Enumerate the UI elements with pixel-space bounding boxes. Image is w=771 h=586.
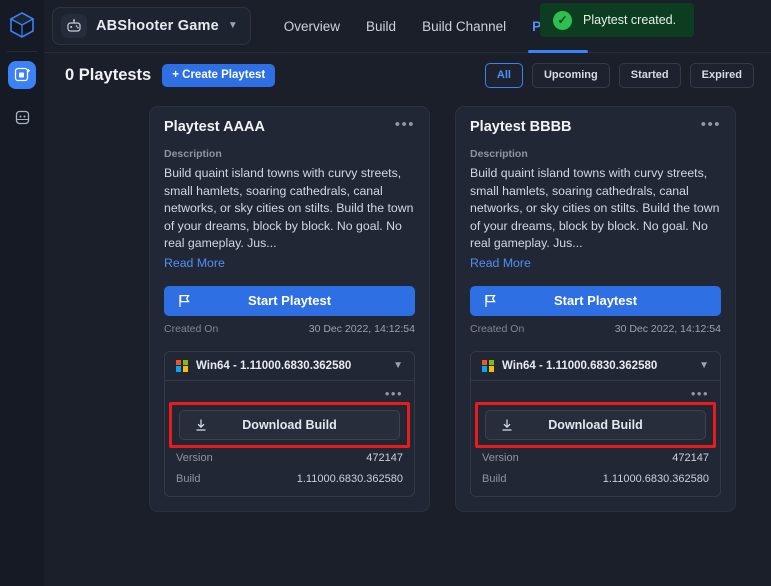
page-toolbar: 0 Playtests + Create Playtest All Upcomi… [44, 53, 771, 98]
sidebar-item-build-archive[interactable] [8, 103, 36, 131]
chevron-down-icon: ▼ [227, 20, 238, 31]
tab-build[interactable]: Build [366, 0, 396, 53]
gamepad-icon [61, 14, 87, 38]
download-build-wrapper: Download Build [169, 401, 410, 448]
read-more-link[interactable]: Read More [164, 256, 225, 270]
app-root: ABShooter Game ▼ Overview Build Build Ch… [0, 0, 771, 586]
tab-build-channel[interactable]: Build Channel [422, 0, 506, 53]
build-label: Build [176, 472, 201, 485]
filter-started[interactable]: Started [618, 63, 681, 88]
filter-upcoming[interactable]: Upcoming [531, 63, 610, 88]
build-name: Win64 - 1.11000.6830.362580 [502, 359, 658, 372]
build-selector[interactable]: Win64 - 1.11000.6830.362580 ▼ [165, 352, 414, 381]
version-value: 472147 [672, 451, 709, 464]
toast-notification: ✓ Playtest created. [540, 3, 695, 37]
flag-icon [178, 294, 191, 308]
windows-icon [482, 359, 494, 372]
sidebar-item-playtest[interactable] [8, 61, 36, 89]
flag-icon [484, 294, 497, 308]
version-value: 472147 [366, 451, 403, 464]
version-label: Version [176, 451, 213, 464]
game-selector[interactable]: ABShooter Game ▼ [52, 7, 251, 45]
playtest-card: Playtest BBBB ••• Description Build quai… [455, 106, 736, 512]
left-rail [0, 0, 44, 586]
download-icon [500, 418, 514, 432]
build-body: ••• Download Build Version 472147 Build … [165, 381, 414, 496]
build-label: Build [482, 472, 507, 485]
filter-group: All Upcoming Started Expired [484, 63, 754, 88]
download-icon [194, 418, 208, 432]
build-value: 1.11000.6830.362580 [296, 472, 403, 485]
download-build-wrapper: Download Build [475, 401, 716, 448]
nav-tabs: Overview Build Build Channel Playtest [284, 0, 588, 53]
check-circle-icon: ✓ [553, 10, 572, 30]
created-on-value: 30 Dec 2022, 14:12:54 [614, 322, 721, 335]
chevron-down-icon: ▼ [393, 359, 403, 371]
more-options-icon[interactable]: ••• [482, 386, 709, 400]
create-playtest-button[interactable]: + Create Playtest [162, 63, 276, 88]
filter-all[interactable]: All [484, 63, 523, 88]
start-playtest-button[interactable]: Start Playtest [164, 285, 415, 316]
card-title: Playtest BBBB [470, 119, 572, 135]
created-on-label: Created On [470, 322, 525, 335]
game-name: ABShooter Game [96, 18, 219, 34]
description-text: Build quaint island towns with curvy str… [164, 166, 414, 250]
build-body: ••• Download Build Version 472147 Build … [471, 381, 720, 496]
description-label: Description [470, 148, 528, 160]
top-bar: ABShooter Game ▼ Overview Build Build Ch… [44, 0, 771, 53]
main-area: ABShooter Game ▼ Overview Build Build Ch… [44, 0, 771, 586]
start-playtest-label: Start Playtest [553, 293, 638, 308]
build-name: Win64 - 1.11000.6830.362580 [196, 359, 352, 372]
more-options-icon[interactable]: ••• [395, 117, 415, 132]
read-more-link[interactable]: Read More [470, 256, 531, 270]
download-build-label: Download Build [242, 417, 337, 432]
download-build-label: Download Build [548, 417, 643, 432]
windows-icon [176, 359, 188, 372]
created-on-row: Created On 30 Dec 2022, 14:12:54 [470, 323, 721, 335]
playtest-card-list: Playtest AAAA ••• Description Build quai… [44, 98, 771, 512]
version-row: Version 472147 [482, 452, 709, 464]
build-archive-icon [15, 110, 29, 124]
filter-expired[interactable]: Expired [689, 63, 754, 88]
start-playtest-button[interactable]: Start Playtest [470, 285, 721, 316]
tab-overview[interactable]: Overview [284, 0, 340, 53]
cube-logo-icon[interactable] [7, 10, 37, 40]
created-on-label: Created On [164, 322, 219, 335]
description-text: Build quaint island towns with curvy str… [470, 166, 720, 250]
card-title: Playtest AAAA [164, 119, 265, 135]
build-value: 1.11000.6830.362580 [602, 472, 709, 485]
playtest-icon [14, 67, 30, 81]
card-header: Playtest AAAA ••• [164, 117, 415, 135]
more-options-icon[interactable]: ••• [701, 117, 721, 132]
toast-message: Playtest created. [583, 13, 677, 27]
start-playtest-label: Start Playtest [247, 293, 332, 308]
playtest-card: Playtest AAAA ••• Description Build quai… [149, 106, 430, 512]
build-row: Build 1.11000.6830.362580 [176, 473, 403, 485]
created-on-value: 30 Dec 2022, 14:12:54 [308, 322, 415, 335]
created-on-row: Created On 30 Dec 2022, 14:12:54 [164, 323, 415, 335]
build-panel: Win64 - 1.11000.6830.362580 ▼ ••• Downlo… [470, 350, 721, 497]
build-row: Build 1.11000.6830.362580 [482, 473, 709, 485]
build-panel: Win64 - 1.11000.6830.362580 ▼ ••• Downlo… [164, 350, 415, 497]
more-options-icon[interactable]: ••• [176, 386, 403, 400]
rail-divider [7, 51, 37, 52]
download-build-button[interactable]: Download Build [485, 409, 706, 440]
build-selector[interactable]: Win64 - 1.11000.6830.362580 ▼ [471, 352, 720, 381]
version-row: Version 472147 [176, 452, 403, 464]
download-build-button[interactable]: Download Build [179, 409, 400, 440]
page-title: 0 Playtests [65, 66, 152, 84]
chevron-down-icon: ▼ [699, 359, 709, 371]
description-label: Description [164, 148, 222, 160]
card-header: Playtest BBBB ••• [470, 117, 721, 135]
version-label: Version [482, 451, 519, 464]
